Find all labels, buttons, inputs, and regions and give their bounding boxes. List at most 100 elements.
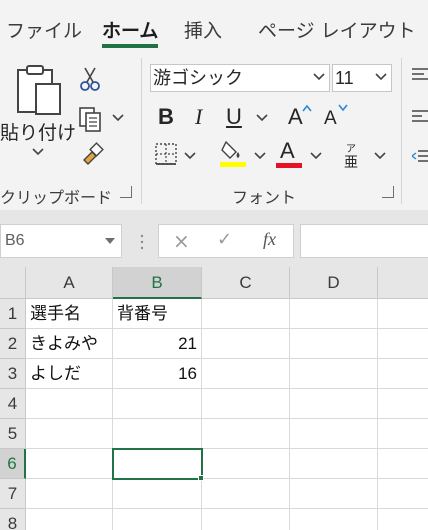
cell-a5[interactable] xyxy=(26,419,113,449)
cell-b3[interactable]: 16 xyxy=(113,359,202,389)
copy-dropdown-chevron-icon[interactable] xyxy=(112,114,124,122)
cell-d7[interactable] xyxy=(290,479,378,509)
paste-button-label[interactable]: 貼り付け xyxy=(0,118,76,145)
formula-buttons: × ✓ fx xyxy=(158,224,294,258)
font-size-value: 11 xyxy=(335,68,354,88)
cell-c5[interactable] xyxy=(202,419,290,449)
cell-a4[interactable] xyxy=(26,389,113,419)
cell-d5[interactable] xyxy=(290,419,378,449)
cell-e3[interactable] xyxy=(378,359,428,389)
cell-b7[interactable] xyxy=(113,479,202,509)
cell-e6[interactable] xyxy=(378,449,428,479)
row-header-1[interactable]: 1 xyxy=(0,299,26,329)
row-header-6[interactable]: 6 xyxy=(0,449,26,479)
tab-insert[interactable]: 挿入 xyxy=(184,16,222,43)
tab-file[interactable]: ファイル xyxy=(6,16,82,43)
underline-dropdown-chevron-icon[interactable] xyxy=(256,114,268,122)
row-header-4[interactable]: 4 xyxy=(0,389,26,419)
align-top-icon[interactable] xyxy=(412,66,428,82)
font-group-label: フォント xyxy=(232,188,297,207)
cell-a2[interactable]: きよみや xyxy=(26,329,113,359)
name-box-chevron-icon[interactable] xyxy=(105,238,115,245)
cell-b5[interactable] xyxy=(113,419,202,449)
format-painter-icon[interactable] xyxy=(80,142,104,166)
enter-entry-icon[interactable]: ✓ xyxy=(217,229,232,250)
column-header-e[interactable] xyxy=(378,267,428,299)
formula-bar: B6 × ✓ fx xyxy=(0,210,428,267)
column-header-d[interactable]: D xyxy=(290,267,378,299)
grow-font-button[interactable]: A xyxy=(288,104,303,130)
cell-c3[interactable] xyxy=(202,359,290,389)
font-dialog-launcher-icon[interactable] xyxy=(382,186,394,198)
cell-c6[interactable] xyxy=(202,449,290,479)
tab-home[interactable]: ホーム xyxy=(102,16,158,43)
bold-button[interactable]: B xyxy=(158,104,174,130)
column-header-a[interactable]: A xyxy=(26,267,113,299)
active-cell-selection[interactable] xyxy=(112,448,203,480)
cell-a8[interactable] xyxy=(26,509,113,530)
cancel-entry-icon[interactable]: × xyxy=(173,229,190,253)
cut-icon[interactable] xyxy=(80,66,100,92)
cell-b1[interactable]: 背番号 xyxy=(113,299,202,329)
formula-input[interactable] xyxy=(300,224,428,258)
row-header-8[interactable]: 8 xyxy=(0,509,26,530)
cell-d2[interactable] xyxy=(290,329,378,359)
row-header-3[interactable]: 3 xyxy=(0,359,26,389)
align-left-icon[interactable] xyxy=(412,108,428,124)
paste-icon[interactable] xyxy=(14,64,64,118)
borders-dropdown-chevron-icon[interactable] xyxy=(184,152,196,160)
fill-handle[interactable] xyxy=(198,475,204,481)
clipboard-dialog-launcher-icon[interactable] xyxy=(120,186,132,198)
cell-e1[interactable] xyxy=(378,299,428,329)
formula-bar-grip-icon[interactable] xyxy=(140,234,144,250)
name-box-value: B6 xyxy=(5,232,25,249)
cell-d6[interactable] xyxy=(290,449,378,479)
cell-e7[interactable] xyxy=(378,479,428,509)
cell-b8[interactable] xyxy=(113,509,202,530)
cell-b4[interactable] xyxy=(113,389,202,419)
name-box[interactable]: B6 xyxy=(0,224,122,258)
row-header-7[interactable]: 7 xyxy=(0,479,26,509)
font-color-dropdown-chevron-icon[interactable] xyxy=(310,152,322,160)
cell-c4[interactable] xyxy=(202,389,290,419)
copy-icon[interactable] xyxy=(78,106,104,132)
cell-c2[interactable] xyxy=(202,329,290,359)
cell-b2[interactable]: 21 xyxy=(113,329,202,359)
cell-d3[interactable] xyxy=(290,359,378,389)
cell-a7[interactable] xyxy=(26,479,113,509)
select-all-corner[interactable] xyxy=(0,267,26,299)
cell-a1[interactable]: 選手名 xyxy=(26,299,113,329)
italic-button[interactable]: I xyxy=(195,104,202,130)
tab-page-layout[interactable]: ページ レイアウト xyxy=(258,16,416,43)
cell-d1[interactable] xyxy=(290,299,378,329)
underline-button[interactable]: U xyxy=(226,104,242,130)
cell-c7[interactable] xyxy=(202,479,290,509)
borders-icon[interactable] xyxy=(154,142,178,166)
cell-e5[interactable] xyxy=(378,419,428,449)
cell-c1[interactable] xyxy=(202,299,290,329)
cell-c8[interactable] xyxy=(202,509,290,530)
cell-e2[interactable] xyxy=(378,329,428,359)
fill-color-dropdown-chevron-icon[interactable] xyxy=(254,152,266,160)
paste-dropdown-chevron-icon[interactable] xyxy=(32,148,44,156)
cell-e8[interactable] xyxy=(378,509,428,530)
shrink-font-button[interactable]: A xyxy=(324,108,337,130)
fill-color-icon[interactable] xyxy=(220,138,246,168)
font-name-value: 游ゴシック xyxy=(153,68,243,88)
column-header-b[interactable]: B xyxy=(113,267,202,299)
cell-e4[interactable] xyxy=(378,389,428,419)
font-name-select[interactable]: 游ゴシック xyxy=(150,64,330,92)
row-header-5[interactable]: 5 xyxy=(0,419,26,449)
row-header-2[interactable]: 2 xyxy=(0,329,26,359)
cell-d4[interactable] xyxy=(290,389,378,419)
font-size-select[interactable]: 11 xyxy=(332,64,392,92)
phonetic-guide-bottom: 亜 xyxy=(344,155,358,171)
cell-d8[interactable] xyxy=(290,509,378,530)
decrease-indent-icon[interactable] xyxy=(412,148,428,164)
phonetic-guide-dropdown-chevron-icon[interactable] xyxy=(374,152,386,160)
column-header-c[interactable]: C xyxy=(202,267,290,299)
cell-a6[interactable] xyxy=(26,449,113,479)
insert-function-button[interactable]: fx xyxy=(263,229,276,250)
cell-a3[interactable]: よしだ xyxy=(26,359,113,389)
ribbon: 貼り付け クリップボード 游ゴシック 11 B I U A A A ア 亜 フォ… xyxy=(0,52,428,210)
